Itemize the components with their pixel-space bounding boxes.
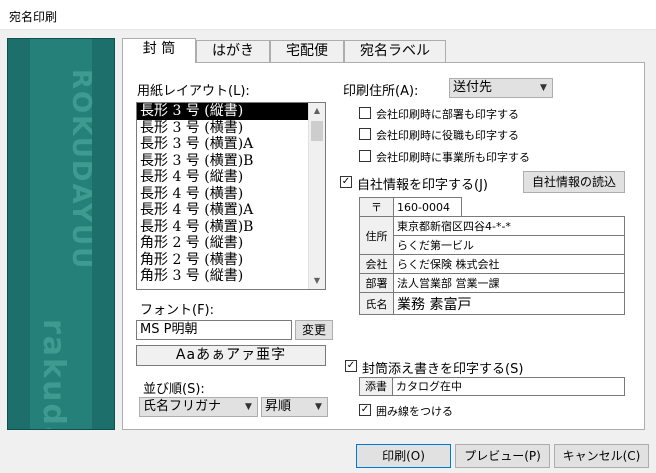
sort-field-value: 氏名フリガナ <box>143 399 222 414</box>
address1-field[interactable]: 東京都新宿区四谷4-*-* <box>393 216 625 236</box>
print-button[interactable]: 印刷(O) <box>356 444 451 468</box>
list-item[interactable]: 長形 3 号 (縦書) <box>137 103 309 120</box>
side-banner-text-top: ROKUDAYUU <box>66 69 96 271</box>
scroll-down-icon[interactable]: ▼ <box>309 273 325 289</box>
tab-envelope[interactable]: 封 筒 <box>122 38 196 63</box>
frame-line-checkbox[interactable]: ✓ <box>359 404 371 416</box>
scroll-thumb[interactable] <box>311 121 323 141</box>
print-address-label: 印刷住所(A): <box>343 84 419 99</box>
list-item[interactable]: 長形 3 号 (横書) <box>137 120 309 137</box>
list-item[interactable]: 長形 3 号 (横置)A <box>137 136 309 153</box>
side-banner-image: ROKUDAYUU rakuda <box>7 38 115 430</box>
option-title-checkbox[interactable] <box>359 128 371 140</box>
postal-label: 〒 <box>359 197 394 217</box>
postal-field[interactable]: 160-0004 <box>393 197 462 217</box>
chevron-down-icon: ▼ <box>540 83 547 93</box>
company-info-table: 〒 160-0004 住所 東京都新宿区四谷4-*-* らくだ第一ビル 会社 ら… <box>359 197 625 315</box>
option-office-checkbox[interactable] <box>359 150 371 162</box>
sort-order-select[interactable]: 昇順 ▼ <box>261 397 328 417</box>
scroll-up-icon[interactable]: ▲ <box>309 103 325 119</box>
frame-line-label: 囲み線をつける <box>376 405 453 418</box>
name-field[interactable]: 業務 素富戸 <box>393 292 625 315</box>
name-label: 氏名 <box>359 292 394 315</box>
tab-delivery[interactable]: 宅配便 <box>270 40 344 62</box>
list-item[interactable]: 長形 3 号 (横置)B <box>137 153 309 170</box>
sort-label: 並び順(S): <box>143 382 205 397</box>
list-item[interactable]: 長形 4 号 (横置)A <box>137 202 309 219</box>
list-item[interactable]: 角形 2 号 (横書) <box>137 252 309 269</box>
address2-field[interactable]: らくだ第一ビル <box>393 235 625 255</box>
sort-field-select[interactable]: 氏名フリガナ ▼ <box>139 397 258 417</box>
address-label: 住所 <box>359 216 394 255</box>
list-item[interactable]: 角形 2 号 (縦書) <box>137 235 309 252</box>
option-office-label: 会社印刷時に事業所も印字する <box>376 151 530 164</box>
option-title-label: 会社印刷時に役職も印字する <box>376 129 519 142</box>
option-dept-label: 会社印刷時に部署も印字する <box>376 108 519 121</box>
font-sample: Aaあぁアァ亜字 <box>136 345 326 366</box>
preview-button[interactable]: プレビュー(P) <box>455 444 550 468</box>
print-address-select[interactable]: 送付先 ▼ <box>449 78 553 98</box>
side-banner-text-bottom: rakuda <box>36 319 71 430</box>
company-field[interactable]: らくだ保険 株式会社 <box>393 254 625 274</box>
font-field[interactable]: MS P明朝 <box>136 320 292 340</box>
envelope-note-checkbox[interactable]: ✓ <box>345 360 357 372</box>
dept-label: 部署 <box>359 273 394 293</box>
layout-label: 用紙レイアウト(L): <box>137 84 250 99</box>
company-label: 会社 <box>359 254 394 274</box>
chevron-down-icon: ▼ <box>245 402 252 412</box>
title-bar: 宛名印刷 <box>0 0 656 30</box>
note-label: 添書 <box>359 377 393 396</box>
list-item[interactable]: 長形 4 号 (横書) <box>137 186 309 203</box>
window-title: 宛名印刷 <box>9 10 58 24</box>
tab-postcard[interactable]: はがき <box>196 40 270 62</box>
envelope-note-label: 封筒添え書きを印字する(S) <box>362 362 524 377</box>
layout-listbox[interactable]: 長形 3 号 (縦書) 長形 3 号 (横書) 長形 3 号 (横置)A 長形 … <box>136 102 326 290</box>
chevron-down-icon: ▼ <box>315 402 322 412</box>
load-company-button[interactable]: 自社情報の読込 <box>523 171 625 193</box>
tab-address-label[interactable]: 宛名ラベル <box>344 40 446 62</box>
cancel-button[interactable]: キャンセル(C) <box>554 444 649 468</box>
option-dept-checkbox[interactable] <box>359 107 371 119</box>
font-change-button[interactable]: 変更 <box>295 320 333 340</box>
print-address-value: 送付先 <box>453 80 493 95</box>
note-field[interactable]: カタログ在中 <box>392 377 625 396</box>
sort-order-value: 昇順 <box>265 399 292 414</box>
list-item[interactable]: 長形 4 号 (横置)B <box>137 219 309 236</box>
own-company-checkbox[interactable]: ✓ <box>340 176 352 188</box>
layout-scrollbar[interactable]: ▲ ▼ <box>308 103 325 289</box>
dept-field[interactable]: 法人営業部 営業一課 <box>393 273 625 293</box>
list-item[interactable]: 角形 3 号 (縦書) <box>137 268 309 285</box>
list-item[interactable]: 長形 4 号 (縦書) <box>137 169 309 186</box>
font-label: フォント(F): <box>140 303 215 318</box>
own-company-label: 自社情報を印字する(J) <box>357 178 488 193</box>
